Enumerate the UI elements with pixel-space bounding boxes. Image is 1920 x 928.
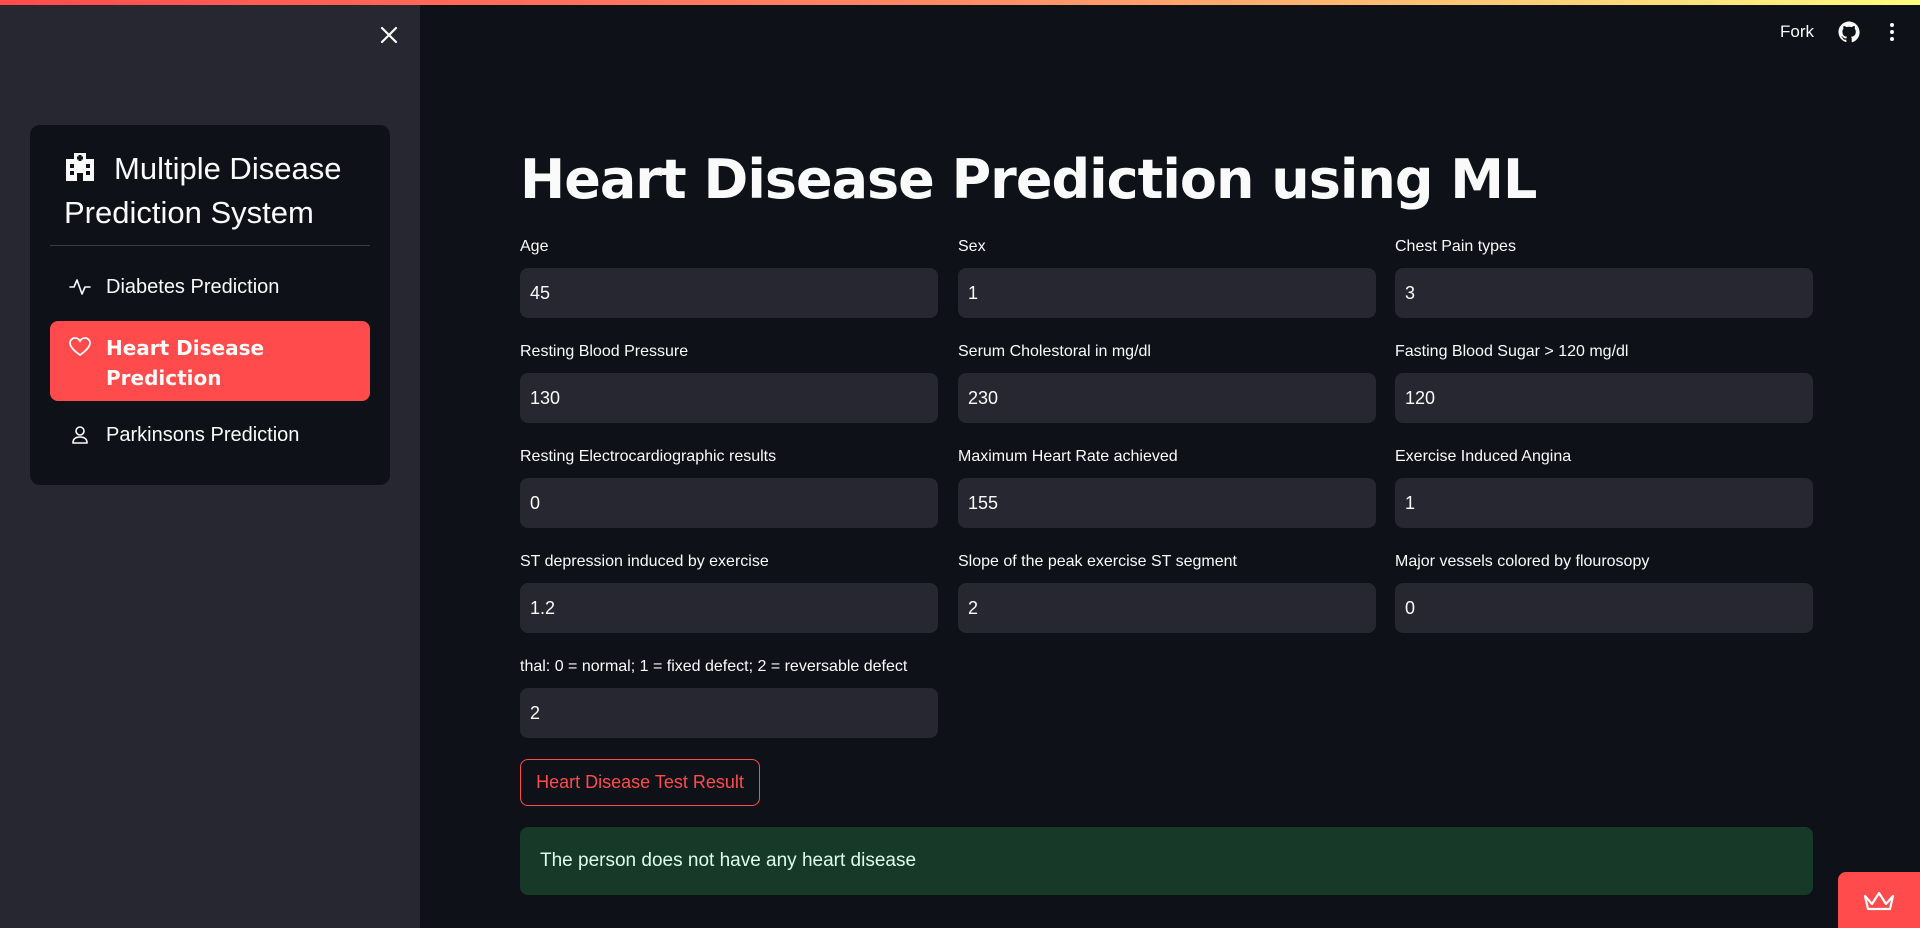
sidebar-item-heart-disease[interactable]: Heart Disease Prediction — [50, 321, 370, 401]
resting-ecg-input[interactable] — [520, 478, 938, 528]
sidebar-item-label: Heart Disease Prediction — [106, 336, 265, 390]
result-text: The person does not have any heart disea… — [540, 850, 917, 871]
major-vessels-label: Major vessels colored by flourosopy — [1395, 553, 1650, 570]
st-depression-label: ST depression induced by exercise — [520, 553, 769, 570]
sidebar-item-parkinsons[interactable]: Parkinsons Prediction — [50, 411, 370, 459]
sex-label: Sex — [958, 238, 986, 255]
resting-bp-input[interactable] — [520, 373, 938, 423]
st-depression-input[interactable] — [520, 583, 938, 633]
close-icon[interactable] — [376, 22, 402, 48]
github-icon[interactable] — [1837, 20, 1861, 44]
fasting-blood-sugar-label: Fasting Blood Sugar > 120 mg/dl — [1395, 343, 1629, 360]
cholesterol-input[interactable] — [958, 373, 1376, 423]
thal-input[interactable] — [520, 688, 938, 738]
max-heart-rate-input[interactable] — [958, 478, 1376, 528]
resting-ecg-label: Resting Electrocardiographic results — [520, 448, 777, 465]
streamlit-badge[interactable] — [1838, 872, 1920, 928]
sidebar-item-diabetes[interactable]: Diabetes Prediction — [50, 263, 370, 311]
top-decoration-bar — [0, 0, 1920, 5]
chest-pain-label: Chest Pain types — [1395, 238, 1516, 255]
major-vessels-input[interactable] — [1395, 583, 1813, 633]
age-label: Age — [520, 238, 549, 255]
fasting-blood-sugar-input[interactable] — [1395, 373, 1813, 423]
thal-label: thal: 0 = normal; 1 = fixed defect; 2 = … — [520, 658, 908, 675]
result-success-alert: The person does not have any heart disea… — [520, 827, 1813, 895]
page-title: Heart Disease Prediction using ML — [520, 148, 1537, 211]
max-heart-rate-label: Maximum Heart Rate achieved — [958, 448, 1178, 465]
age-input[interactable] — [520, 268, 938, 318]
resting-bp-label: Resting Blood Pressure — [520, 343, 689, 360]
menu-title-text: Multiple Disease Prediction System — [64, 151, 342, 230]
sidebar-item-label: Parkinsons Prediction — [106, 423, 300, 446]
exercise-angina-input[interactable] — [1395, 478, 1813, 528]
hospital-icon — [64, 149, 96, 181]
sidebar: Multiple Disease Prediction System Diabe… — [0, 0, 420, 928]
menu-divider — [50, 245, 370, 246]
chest-pain-input[interactable] — [1395, 268, 1813, 318]
st-slope-label: Slope of the peak exercise ST segment — [958, 553, 1237, 570]
sidebar-item-label: Diabetes Prediction — [106, 275, 280, 298]
sex-input[interactable] — [958, 268, 1376, 318]
menu-title: Multiple Disease Prediction System — [64, 147, 364, 235]
exercise-angina-label: Exercise Induced Angina — [1395, 448, 1572, 465]
kebab-menu-icon[interactable] — [1882, 20, 1902, 44]
person-icon — [68, 423, 92, 447]
st-slope-input[interactable] — [958, 583, 1376, 633]
fork-link[interactable]: Fork — [1780, 22, 1814, 42]
cholesterol-label: Serum Cholestoral in mg/dl — [958, 343, 1151, 360]
activity-icon — [68, 275, 92, 299]
heart-test-result-button[interactable]: Heart Disease Test Result — [520, 759, 760, 806]
crown-icon — [1863, 891, 1895, 911]
option-menu: Multiple Disease Prediction System Diabe… — [30, 125, 390, 485]
